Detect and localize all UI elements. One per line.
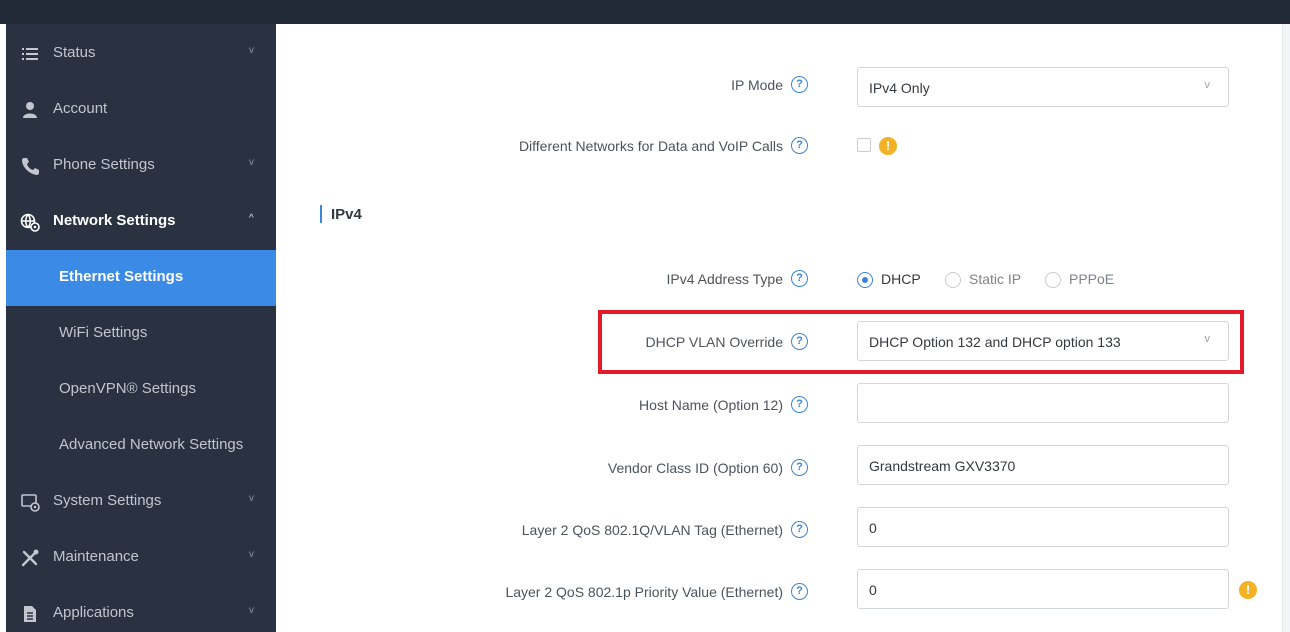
sidebar-subitem-label: Ethernet Settings [59,268,184,285]
list-icon [20,44,40,64]
sidebar-item-account[interactable]: Account [6,82,276,138]
sidebar-item-label: Maintenance [53,548,139,565]
vendor-class-input[interactable]: Grandstream GXV3370 [857,445,1229,485]
sidebar-subitem-ethernet-settings[interactable]: Ethernet Settings [6,250,276,306]
sidebar-item-label: Status [53,44,96,61]
ip-mode-label: IP Mode ? [731,76,808,93]
phone-icon [20,156,40,176]
top-bar [0,0,1290,24]
qos-vlan-tag-label: Layer 2 QoS 802.1Q/VLAN Tag (Ethernet) ? [522,521,808,538]
warning-icon[interactable]: ! [1239,581,1257,599]
diff-networks-label: Different Networks for Data and VoIP Cal… [519,137,808,154]
radio-dhcp[interactable] [857,272,873,288]
chevron-down-icon: v [249,45,254,56]
sidebar-subitem-advanced-network-settings[interactable]: Advanced Network Settings [6,418,276,474]
sidebar-subitem-label: Advanced Network Settings [59,436,244,453]
chevron-down-icon: v [249,493,254,504]
radio-static-ip-label[interactable]: Static IP [969,271,1021,287]
sidebar-item-phone-settings[interactable]: Phone Settings v [6,138,276,194]
window-edge [1282,24,1290,632]
help-icon[interactable]: ? [791,76,808,93]
chevron-up-icon: ^ [249,213,254,224]
sidebar-item-system-settings[interactable]: System Settings v [6,474,276,530]
qos-vlan-tag-input[interactable]: 0 [857,507,1229,547]
user-icon [20,100,40,120]
radio-pppoe[interactable] [1045,272,1061,288]
sidebar-subitem-label: WiFi Settings [59,324,148,341]
sidebar-item-label: Account [53,100,108,117]
host-name-input[interactable] [857,383,1229,423]
sidebar-item-applications[interactable]: Applications v [6,586,276,632]
diff-networks-checkbox[interactable] [857,138,871,152]
network-gear-icon [20,212,40,232]
chevron-down-icon: v [249,157,254,168]
chevron-down-icon: v [249,605,254,616]
radio-pppoe-label[interactable]: PPPoE [1069,271,1114,287]
host-name-label: Host Name (Option 12) ? [639,396,808,413]
help-icon[interactable]: ? [791,521,808,538]
help-icon[interactable]: ? [791,583,808,600]
warning-icon[interactable]: ! [879,137,897,155]
ipv4-address-type-label: IPv4 Address Type ? [667,270,808,287]
help-icon[interactable]: ? [791,137,808,154]
ip-mode-select[interactable]: IPv4 Only v [857,67,1229,107]
chevron-down-icon: v [1204,79,1211,91]
sidebar-item-maintenance[interactable]: Maintenance v [6,530,276,586]
sidebar-item-network-settings[interactable]: Network Settings ^ [6,194,276,250]
help-icon[interactable]: ? [791,396,808,413]
sidebar-item-label: Network Settings [53,212,176,229]
sidebar-item-label: System Settings [53,492,162,509]
sidebar-subitem-label: OpenVPN® Settings [59,380,196,397]
highlight-box [598,310,1244,374]
qos-priority-label: Layer 2 QoS 802.1p Priority Value (Ether… [505,583,808,600]
chevron-down-icon: v [249,549,254,560]
vendor-class-label: Vendor Class ID (Option 60) ? [608,459,808,476]
sidebar-item-label: Phone Settings [53,156,155,173]
help-icon[interactable]: ? [791,270,808,287]
sidebar-subitem-openvpn-settings[interactable]: OpenVPN® Settings [6,362,276,418]
help-icon[interactable]: ? [791,459,808,476]
section-ipv4: IPv4 [320,205,362,223]
tools-icon [20,548,40,568]
document-icon [20,604,40,624]
sidebar-subitem-wifi-settings[interactable]: WiFi Settings [6,306,276,362]
radio-dhcp-label[interactable]: DHCP [881,271,921,287]
section-marker [320,205,322,223]
qos-priority-input[interactable]: 0 [857,569,1229,609]
system-settings-icon [20,492,40,512]
radio-static-ip[interactable] [945,272,961,288]
sidebar: Status v Account Phone Settings v Networ… [6,24,276,632]
sidebar-item-label: Applications [53,604,134,621]
sidebar-item-status[interactable]: Status v [6,26,276,82]
